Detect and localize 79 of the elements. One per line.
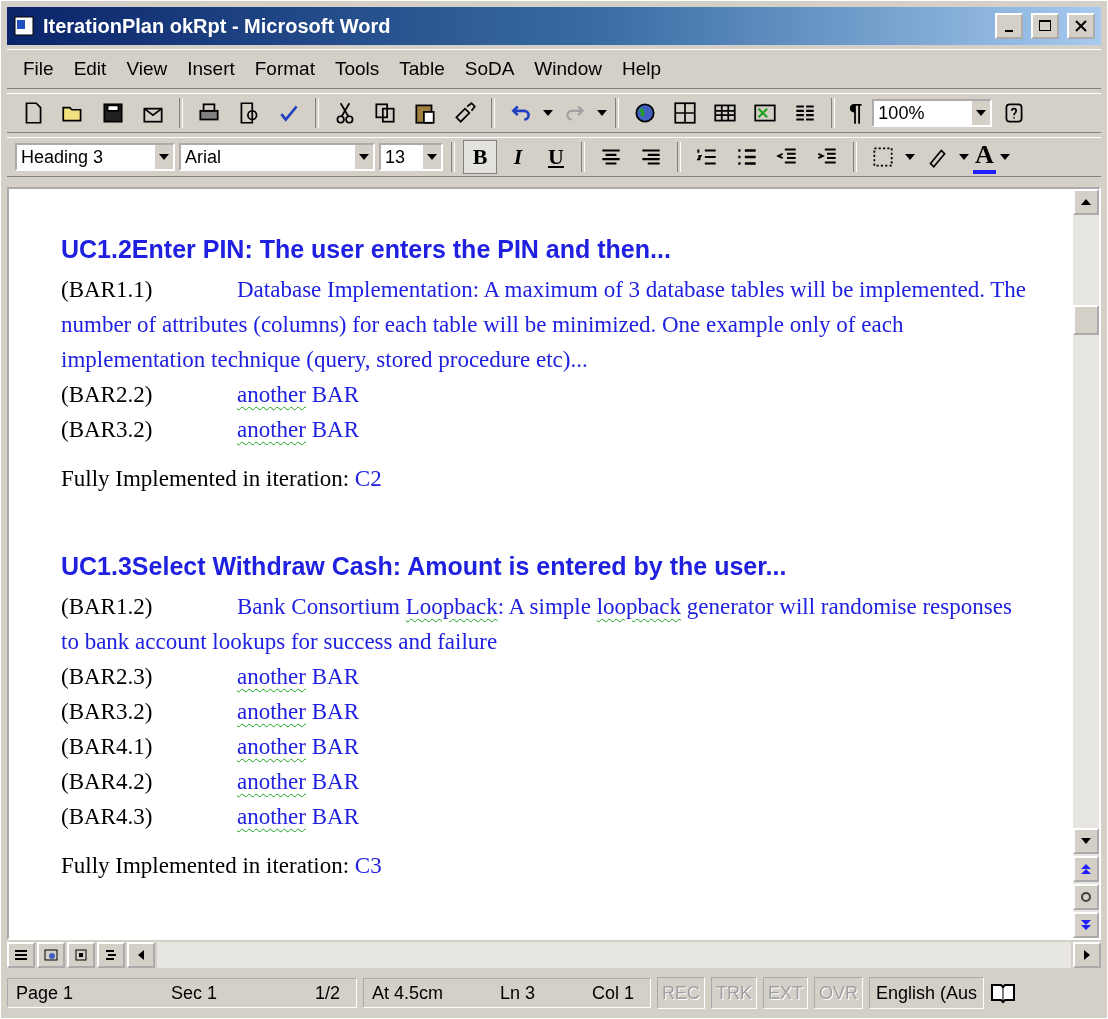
requirement-paragraph: (BAR2.2) another BAR: [61, 381, 360, 409]
menu-item[interactable]: SoDA: [456, 56, 523, 82]
requirement-paragraph: (BAR3.2) another BAR: [61, 416, 360, 444]
dropdown-caret-icon[interactable]: [999, 154, 1010, 160]
menu-item[interactable]: Table: [391, 56, 453, 82]
italic-button[interactable]: I: [501, 140, 535, 174]
maximize-icon: [1038, 19, 1052, 33]
font-color-button[interactable]: A: [973, 140, 996, 174]
menu-item[interactable]: File: [15, 56, 62, 82]
double-up-arrow-icon: [1081, 863, 1091, 875]
underline-button[interactable]: U: [539, 140, 573, 174]
menu-item[interactable]: Tools: [326, 56, 388, 82]
menu-item[interactable]: Help: [613, 56, 669, 82]
dropdown-caret-icon[interactable]: [597, 110, 607, 116]
web-page-icon: [44, 949, 58, 961]
outline-view-button[interactable]: [97, 942, 125, 968]
dropdown-caret-icon[interactable]: [159, 154, 169, 160]
scroll-left-button[interactable]: [127, 942, 155, 968]
next-page-button[interactable]: [1073, 912, 1099, 938]
previous-page-button[interactable]: [1073, 856, 1099, 882]
section-heading: UC1.3Select Withdraw Cash: Amount is entered by the user...: [61, 552, 788, 581]
status-text: 1/2: [314, 982, 340, 1004]
up-arrow-icon: [1081, 199, 1091, 205]
circle-icon: [1080, 891, 1092, 903]
book-icon: [990, 982, 1017, 1004]
close-button[interactable]: [1067, 13, 1095, 39]
dropdown-caret-icon[interactable]: [543, 110, 553, 116]
language-indicator: English (Aus: [869, 977, 985, 1009]
web-view-button[interactable]: [37, 942, 65, 968]
minimize-button[interactable]: [995, 13, 1023, 39]
scroll-down-button[interactable]: [1073, 828, 1099, 854]
section-heading: UC1.2Enter PIN: The user enters the PIN and then...: [61, 235, 672, 264]
scroll-up-button[interactable]: [1073, 189, 1099, 215]
style-dropdown[interactable]: Heading 3: [15, 143, 175, 171]
requirement-paragraph: (BAR3.2) another BAR: [61, 698, 360, 726]
bold-button[interactable]: B: [463, 140, 497, 174]
iteration-line: Fully Implemented in iteration: C2: [61, 465, 383, 493]
dropdown-caret-icon[interactable]: [427, 154, 437, 160]
dropdown-caret-icon[interactable]: [976, 110, 987, 116]
menu-item[interactable]: Window: [526, 56, 610, 82]
status-text: Col 1: [591, 982, 634, 1004]
right-arrow-icon: [1084, 950, 1090, 960]
menu-item[interactable]: Insert: [179, 56, 243, 82]
status-text: Page 1: [16, 982, 74, 1004]
show-formatting-button[interactable]: ¶: [843, 99, 869, 127]
requirement-paragraph: (BAR4.1) another BAR: [61, 733, 360, 761]
zoom-dropdown[interactable]: 100%: [872, 99, 993, 127]
scroll-thumb[interactable]: [1073, 305, 1099, 335]
status-text: Ln 3: [499, 982, 535, 1004]
menu-item[interactable]: View: [118, 56, 176, 82]
menu-item[interactable]: Format: [246, 56, 323, 82]
requirement-paragraph: (BAR1.1) Database Implementation: A maximum of 3 database tables will be implemented. The number of attributes (columns) for each table will be minimized. One example only of each implementation technique (query, stored procedure etc)...: [61, 276, 1028, 374]
dropdown-caret-icon[interactable]: [959, 154, 969, 160]
font-size-dropdown[interactable]: 13: [379, 143, 443, 171]
status-text: At 4.5cm: [372, 982, 444, 1004]
document-icon: [13, 15, 35, 37]
browse-object-button[interactable]: [1073, 884, 1099, 910]
down-arrow-icon: [1081, 838, 1091, 844]
maximize-button[interactable]: [1031, 13, 1059, 39]
minimize-icon: [1005, 30, 1013, 32]
double-down-arrow-icon: [1081, 919, 1091, 931]
page-icon: [74, 949, 88, 961]
window-title: IterationPlan okRpt - Microsoft Word: [43, 14, 392, 38]
lines-icon: [14, 949, 28, 961]
dropdown-caret-icon[interactable]: [359, 154, 369, 160]
outline-icon: [104, 949, 118, 961]
iteration-line: Fully Implemented in iteration: C3: [61, 852, 383, 880]
requirement-paragraph: (BAR2.3) another BAR: [61, 663, 360, 691]
close-icon: [1074, 19, 1088, 33]
font-dropdown[interactable]: Arial: [179, 143, 375, 171]
status-text: Sec 1: [171, 982, 218, 1004]
print-view-button[interactable]: [67, 942, 95, 968]
normal-view-button[interactable]: [7, 942, 35, 968]
scroll-right-button[interactable]: [1073, 942, 1101, 968]
requirement-paragraph: (BAR4.2) another BAR: [61, 768, 360, 796]
left-arrow-icon: [138, 950, 144, 960]
requirement-paragraph: (BAR4.3) another BAR: [61, 803, 360, 831]
dropdown-caret-icon[interactable]: [905, 154, 915, 160]
menu-item[interactable]: Edit: [65, 56, 115, 82]
